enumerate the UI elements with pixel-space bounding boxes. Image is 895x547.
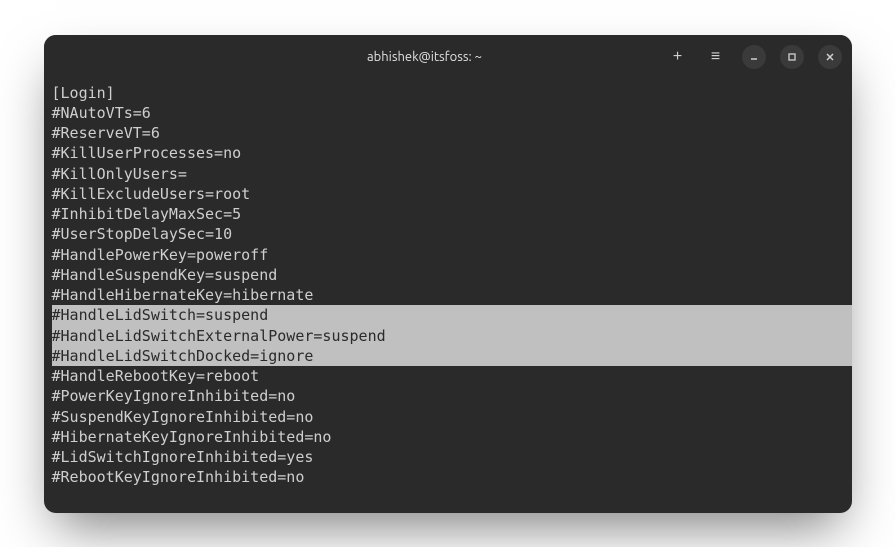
config-line: #HandleLidSwitchExternalPower=suspend [52,326,852,346]
config-line: #HandlePowerKey=poweroff [52,245,852,265]
config-line: #HandleSuspendKey=suspend [52,265,852,285]
config-line: #SuspendKeyIgnoreInhibited=no [52,407,852,427]
config-line: #NAutoVTs=6 [52,103,852,123]
window-title: abhishek@itsfoss: ~ [184,50,666,64]
config-line: #HandleLidSwitchDocked=ignore [52,346,852,366]
new-tab-button[interactable]: + [666,45,690,69]
config-line: #PowerKeyIgnoreInhibited=no [52,386,852,406]
titlebar-controls: + ≡ [666,45,842,69]
config-line: #LidSwitchIgnoreInhibited=yes [52,447,852,467]
config-line: #UserStopDelaySec=10 [52,224,852,244]
minimize-button[interactable] [742,45,766,69]
close-button[interactable] [818,45,842,69]
config-line: #HibernateKeyIgnoreInhibited=no [52,427,852,447]
config-line: #KillUserProcesses=no [52,143,852,163]
config-line: #ReserveVT=6 [52,123,852,143]
config-line: #HandleHibernateKey=hibernate [52,285,852,305]
maximize-icon [787,52,797,62]
hamburger-icon: ≡ [711,48,720,66]
config-line: [Login] [52,83,852,103]
config-line: #HandleLidSwitch=suspend [52,305,852,325]
maximize-button[interactable] [780,45,804,69]
close-icon [825,52,835,62]
terminal-window: abhishek@itsfoss: ~ + ≡ [Login]#NAutoVTs… [44,35,852,513]
config-line: #InhibitDelayMaxSec=5 [52,204,852,224]
plus-icon: + [673,48,682,66]
config-line: #HandleRebootKey=reboot [52,366,852,386]
menu-button[interactable]: ≡ [704,45,728,69]
minimize-icon [749,52,759,62]
config-line: #RebootKeyIgnoreInhibited=no [52,467,852,487]
titlebar: abhishek@itsfoss: ~ + ≡ [44,35,852,79]
config-line: #KillExcludeUsers=root [52,184,852,204]
terminal-content[interactable]: [Login]#NAutoVTs=6#ReserveVT=6#KillUserP… [44,79,852,513]
config-line: #KillOnlyUsers= [52,164,852,184]
